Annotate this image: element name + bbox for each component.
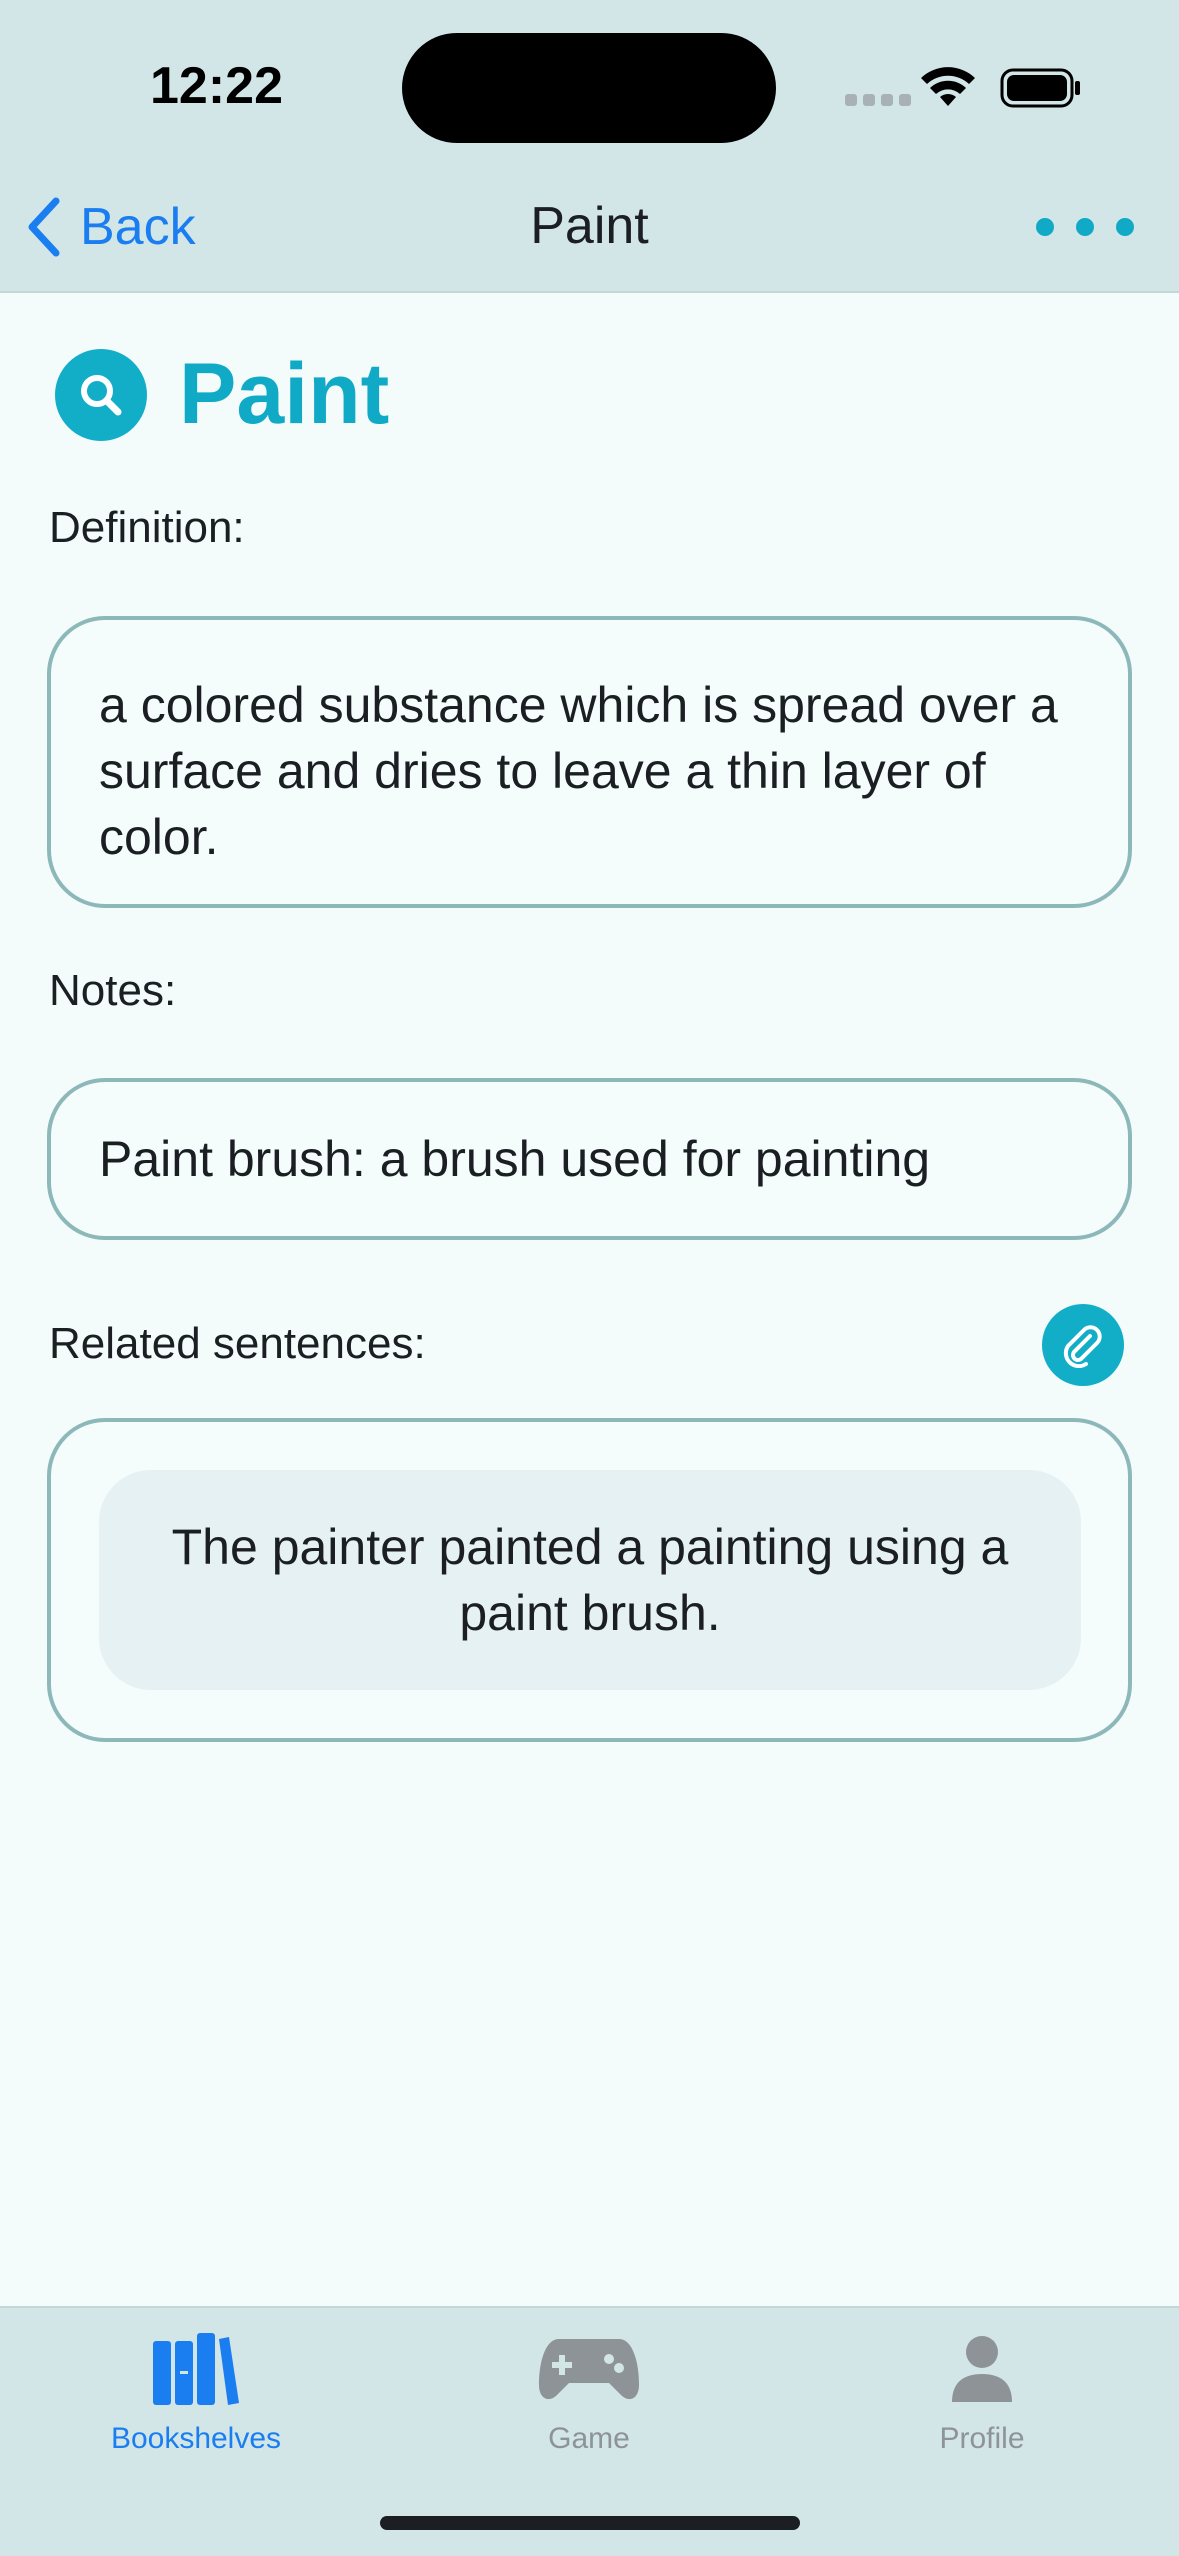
wifi-icon (921, 67, 975, 106)
tab-profile-label: Profile (939, 2422, 1025, 2455)
ellipsis-icon (1036, 218, 1054, 236)
attach-button[interactable] (1042, 1304, 1124, 1386)
status-time: 12:22 (150, 57, 283, 115)
word-title: Paint (179, 346, 390, 442)
tab-game-label: Game (548, 2422, 630, 2455)
search-icon[interactable] (55, 348, 147, 441)
notes-box[interactable]: Paint brush: a brush used for painting (47, 1078, 1132, 1240)
sentence-card[interactable]: The painter painted a painting using a p… (99, 1470, 1081, 1690)
gamepad-icon (539, 2339, 639, 2400)
related-sentences-label: Related sentences: (49, 1319, 426, 1368)
paperclip-icon (1063, 1325, 1102, 1368)
definition-label: Definition: (49, 503, 245, 552)
home-indicator (380, 2516, 800, 2530)
bookshelves-icon (153, 2333, 239, 2405)
tab-game[interactable]: Game (459, 2324, 719, 2456)
tab-profile[interactable]: Profile (852, 2324, 1112, 2456)
more-options-button[interactable] (1036, 212, 1166, 242)
word-header: Paint (55, 345, 389, 444)
notes-text: Paint brush: a brush used for painting (99, 1131, 931, 1187)
notes-label: Notes: (49, 966, 177, 1015)
top-bar: 12:22 Back Paint (0, 0, 1179, 293)
definition-box[interactable]: a colored substance which is spread over… (47, 616, 1132, 908)
dynamic-island (402, 33, 776, 143)
definition-text: a colored substance which is spread over… (99, 677, 1058, 865)
nav-title: Paint (530, 197, 649, 255)
tab-bookshelves-label: Bookshelves (110, 2422, 282, 2455)
person-icon (952, 2336, 1012, 2402)
cellular-signal-icon (845, 94, 911, 106)
related-sentences-box: The painter painted a painting using a p… (47, 1418, 1132, 1742)
battery-icon (1000, 68, 1080, 108)
tab-bookshelves[interactable]: Bookshelves (66, 2324, 326, 2456)
